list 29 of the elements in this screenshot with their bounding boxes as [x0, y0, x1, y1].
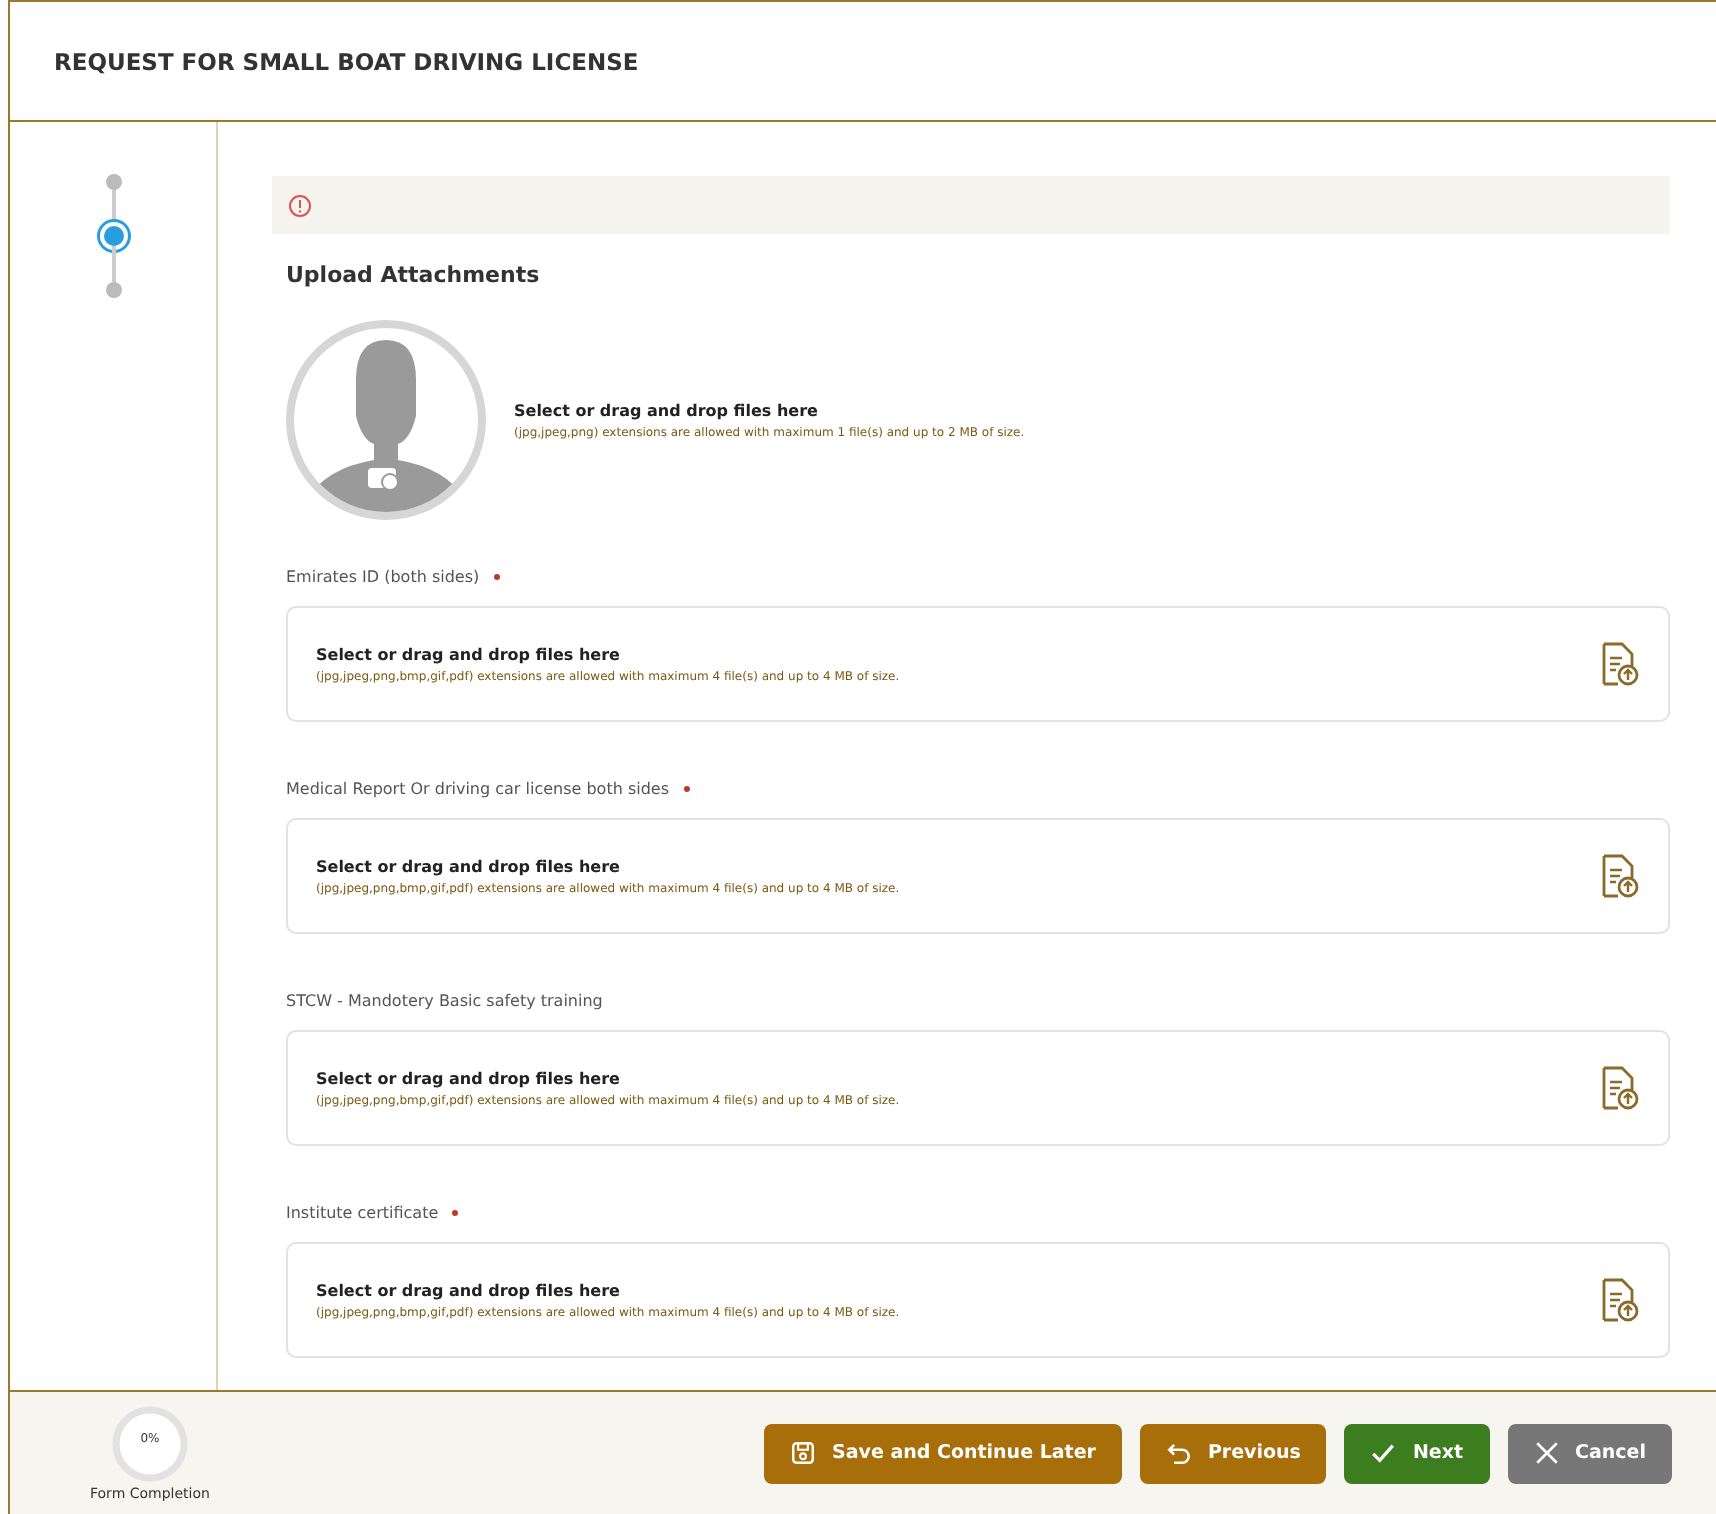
section-title: Upload Attachments — [286, 262, 542, 288]
profile-photo-upload[interactable] — [286, 320, 486, 520]
progress-ring — [109, 1404, 190, 1484]
check-icon — [1370, 1440, 1397, 1466]
page-title: REQUEST FOR SMALL BOAT DRIVING LICENSE — [54, 47, 639, 75]
next-button[interactable]: Next — [1344, 1423, 1490, 1483]
step-dot[interactable] — [105, 174, 121, 190]
upload-prompt: Select or drag and drop files here — [316, 1069, 622, 1087]
file-upload-icon[interactable] — [1600, 854, 1640, 898]
file-upload-icon[interactable] — [1600, 642, 1640, 686]
close-icon — [1533, 1440, 1560, 1466]
field-label: Emirates ID (both sides) — [286, 568, 500, 586]
save-icon — [790, 1440, 816, 1466]
previous-button[interactable]: Previous — [1139, 1423, 1327, 1483]
file-upload-icon[interactable] — [1600, 1278, 1640, 1322]
file-upload-icon[interactable] — [1600, 1066, 1640, 1110]
cancel-button[interactable]: Cancel — [1507, 1423, 1672, 1483]
step-dot[interactable] — [103, 226, 123, 246]
field-label: Institute certificate — [286, 1204, 459, 1222]
undo-icon — [1165, 1440, 1192, 1466]
step-dot[interactable] — [105, 282, 121, 298]
upload-prompt: Select or drag and drop files here — [316, 1281, 622, 1299]
upload-prompt: Select or drag and drop files here — [316, 645, 622, 663]
save-button[interactable]: Save and Continue Later — [764, 1423, 1122, 1483]
info-icon — [288, 193, 312, 217]
upload-prompt: Select or drag and drop files here — [514, 401, 820, 419]
upload-prompt: Select or drag and drop files here — [316, 857, 622, 875]
field-label: STCW - Mandotery Basic safety training — [286, 992, 603, 1010]
field-label: Medical Report Or driving car license both sides — [286, 780, 690, 798]
